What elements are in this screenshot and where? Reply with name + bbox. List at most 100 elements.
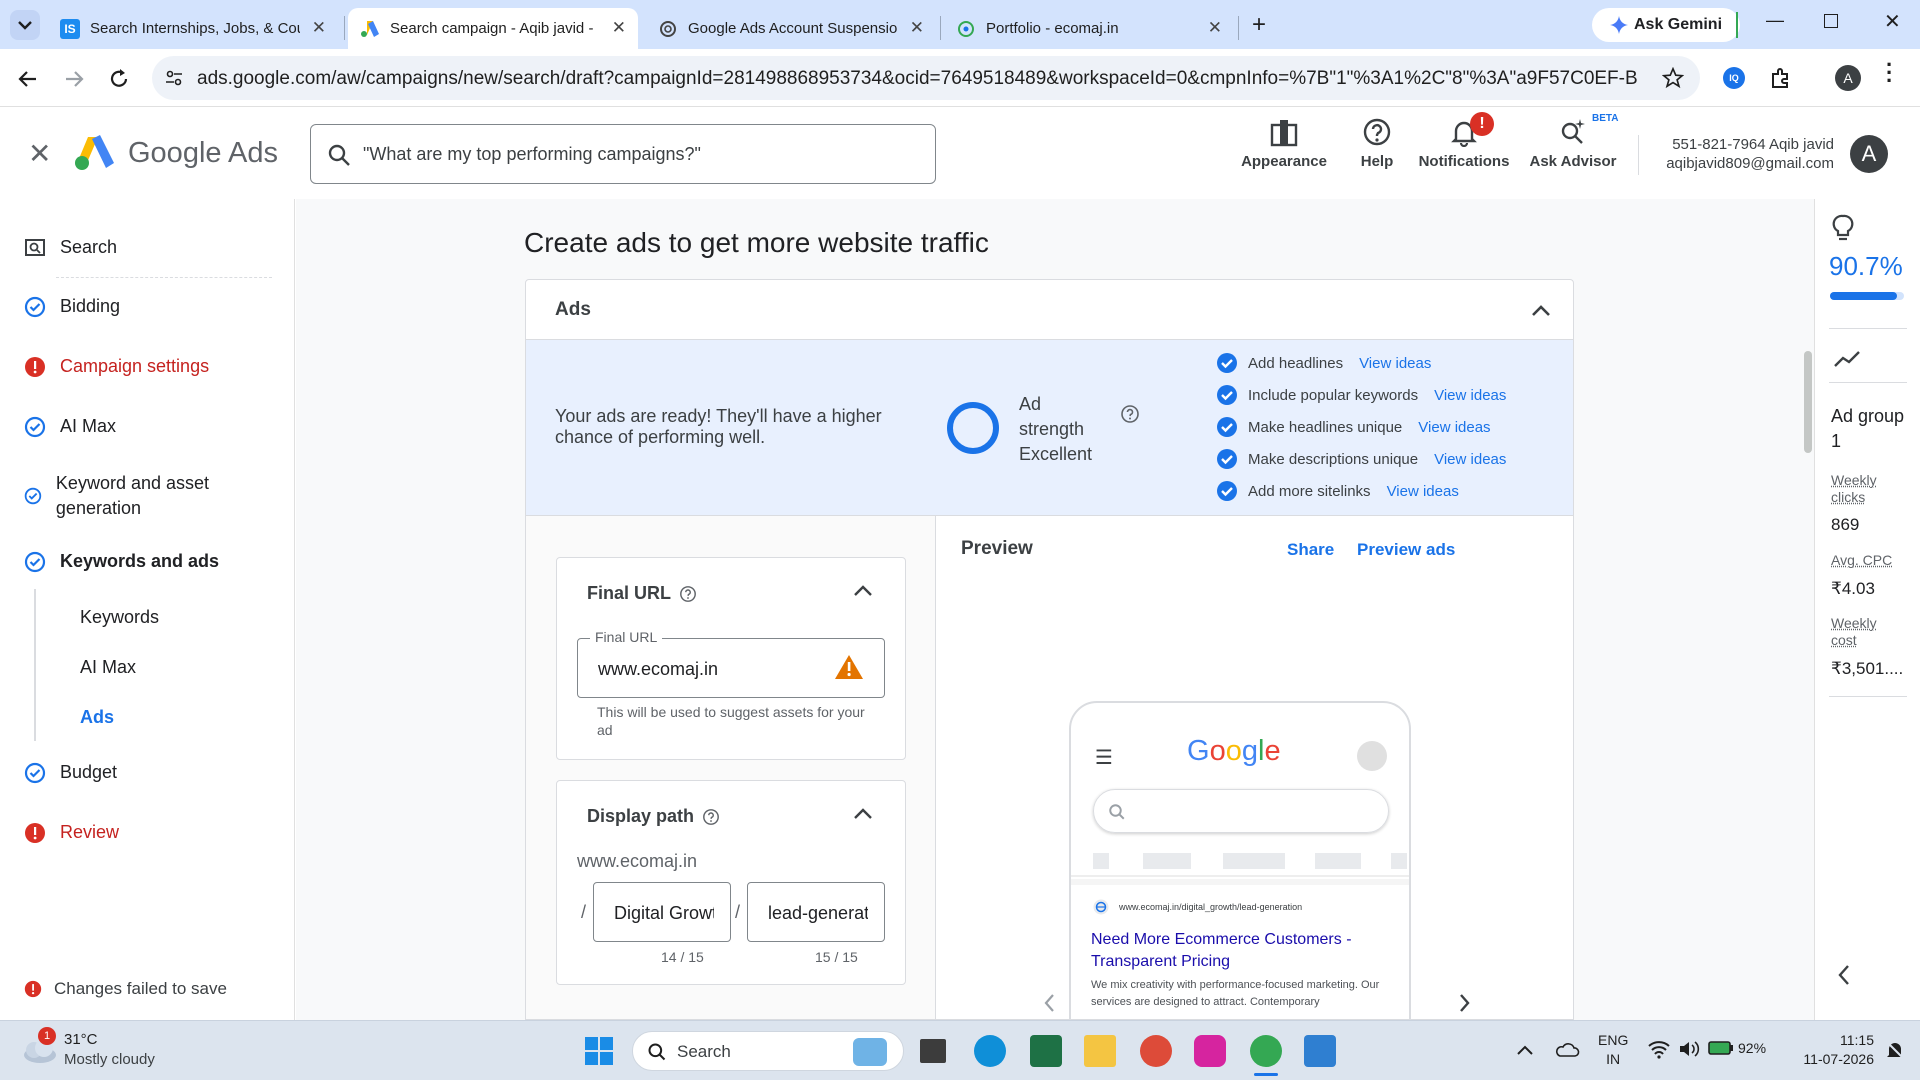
ask-advisor-button[interactable]: BETA Ask Advisor	[1528, 113, 1619, 170]
tab-title: Search campaign - Aqib javid -	[390, 20, 594, 37]
nav-item-keyword-asset-generation[interactable]: Keyword and asset generation	[24, 471, 254, 521]
chrome-icon[interactable]	[1140, 1035, 1172, 1067]
ads-search-input[interactable]: "What are my top performing campaigns?"	[310, 124, 936, 184]
wifi-icon[interactable]	[1648, 1039, 1670, 1059]
edge-icon[interactable]	[974, 1035, 1006, 1067]
chevron-up-icon[interactable]	[1516, 1043, 1534, 1057]
notifications-button[interactable]: ! Notifications	[1414, 112, 1514, 170]
help-icon[interactable]	[702, 808, 720, 826]
page-scrollbar[interactable]	[1804, 351, 1812, 453]
account-name: 551-821-7964 Aqib javid	[1672, 136, 1834, 153]
path2-input[interactable]: lead-generation	[747, 882, 885, 942]
nav-item-bidding[interactable]: Bidding	[24, 294, 120, 319]
search-highlight-icon	[853, 1038, 887, 1066]
check-filled-icon	[1217, 417, 1237, 437]
help-icon[interactable]	[679, 585, 697, 603]
close-icon[interactable]: ✕	[28, 137, 51, 170]
view-ideas-link[interactable]: View ideas	[1434, 387, 1506, 404]
nav-item-review[interactable]: Review	[24, 820, 119, 845]
nav-item-ai-max[interactable]: AI Max	[24, 414, 116, 439]
view-ideas-link[interactable]: View ideas	[1387, 483, 1459, 500]
restore-icon[interactable]	[1824, 14, 1838, 28]
display-path-base: www.ecomaj.in	[577, 851, 698, 871]
close-icon[interactable]: ✕	[1208, 18, 1222, 38]
reload-icon[interactable]	[106, 66, 132, 92]
help-icon[interactable]	[1120, 404, 1140, 424]
check-circle-icon	[24, 551, 46, 572]
collapse-panel-chevron-icon[interactable]	[1835, 962, 1853, 988]
bookmark-star-icon[interactable]	[1662, 67, 1684, 89]
tab-portfolio[interactable]: Portfolio - ecomaj.in ✕	[944, 8, 1234, 49]
final-url-heading: Final URL	[587, 583, 697, 604]
new-tab-plus-icon[interactable]: +	[1244, 10, 1274, 40]
extension-icon[interactable]: IQ	[1723, 67, 1745, 89]
ask-gemini-button[interactable]: Ask Gemini	[1592, 8, 1740, 42]
account-info[interactable]: 551-821-7964 Aqib javid aqibjavid809@gma…	[1654, 135, 1834, 173]
share-button[interactable]: Share	[1287, 540, 1334, 560]
view-ideas-link[interactable]: View ideas	[1418, 419, 1490, 436]
tab-search-button[interactable]	[10, 10, 40, 40]
google-logo: Google	[1187, 735, 1281, 767]
nav-item-label: Budget	[60, 762, 118, 782]
preview-ads-button[interactable]: Preview ads	[1357, 540, 1455, 560]
weather-widget[interactable]: 1	[20, 1027, 58, 1065]
excel-icon[interactable]	[1030, 1035, 1062, 1067]
forward-arrow-icon[interactable]	[62, 67, 86, 91]
close-icon[interactable]: ✕	[612, 18, 626, 38]
chevron-right-icon[interactable]	[1455, 992, 1473, 1014]
tab-google-ads[interactable]: Search campaign - Aqib javid - ✕	[348, 8, 638, 49]
close-icon[interactable]: ✕	[910, 18, 924, 38]
address-bar[interactable]: ads.google.com/aw/campaigns/new/search/d…	[152, 56, 1700, 100]
path1-input[interactable]: Digital Growth	[593, 882, 731, 942]
nav-subitem-keywords[interactable]: Keywords	[80, 607, 159, 628]
profile-avatar[interactable]: A	[1835, 65, 1861, 91]
final-url-field[interactable]: Final URL www.ecomaj.in	[577, 629, 885, 698]
onedrive-cloud-icon[interactable]	[1554, 1039, 1580, 1059]
tab-account-suspension[interactable]: Google Ads Account Suspensio ✕	[646, 8, 936, 49]
site-info-icon[interactable]	[164, 68, 184, 88]
minimize-icon[interactable]: —	[1766, 10, 1784, 31]
nav-item-search[interactable]: Search	[24, 235, 117, 260]
volume-icon[interactable]	[1678, 1039, 1700, 1059]
file-explorer-icon[interactable]	[1084, 1035, 1116, 1067]
chevron-up-icon[interactable]	[850, 801, 876, 827]
taskbar-search-box[interactable]: Search	[632, 1031, 904, 1071]
notification-bell-icon[interactable]	[1884, 1039, 1906, 1061]
battery-icon[interactable]	[1708, 1040, 1734, 1056]
view-ideas-link[interactable]: View ideas	[1359, 355, 1431, 372]
close-icon[interactable]: ✕	[312, 18, 326, 38]
nav-subitem-ads[interactable]: Ads	[80, 707, 114, 728]
language-indicator[interactable]: ENG IN	[1598, 1031, 1628, 1069]
beta-badge: BETA	[1592, 113, 1619, 124]
window-close-icon[interactable]: ✕	[1884, 9, 1901, 34]
tab-internshala[interactable]: IS Search Internships, Jobs, & Cou ✕	[48, 8, 338, 49]
nav-item-campaign-settings[interactable]: Campaign settings	[24, 354, 209, 379]
back-arrow-icon[interactable]	[16, 67, 40, 91]
openai-icon	[660, 20, 676, 37]
more-menu-icon[interactable]: · · ·	[1886, 54, 1893, 92]
chevron-up-icon[interactable]	[850, 578, 876, 604]
nav-item-keywords-and-ads[interactable]: Keywords and ads	[24, 549, 219, 574]
view-ideas-link[interactable]: View ideas	[1434, 451, 1506, 468]
task-view-icon[interactable]	[920, 1039, 946, 1063]
chrome-profile-icon[interactable]	[1250, 1035, 1282, 1067]
appearance-icon	[1270, 120, 1298, 147]
nav-subitem-ai-max[interactable]: AI Max	[80, 657, 136, 678]
photos-icon[interactable]	[1304, 1035, 1336, 1067]
ads-card-header[interactable]: Ads	[526, 280, 1573, 340]
extensions-puzzle-icon[interactable]	[1768, 65, 1794, 91]
account-avatar[interactable]: A	[1850, 135, 1888, 173]
browser-toolbar: ads.google.com/aw/campaigns/new/search/d…	[0, 49, 1920, 107]
help-button[interactable]: Help	[1352, 117, 1402, 170]
chevron-up-icon[interactable]	[1528, 298, 1554, 324]
help-label: Help	[1360, 153, 1394, 170]
clock[interactable]: 11:15 11-07-2026	[1784, 1031, 1874, 1069]
trend-line-icon[interactable]	[1833, 349, 1861, 369]
windows-start-icon[interactable]	[584, 1036, 614, 1066]
chevron-left-icon[interactable]	[1041, 992, 1059, 1014]
appearance-button[interactable]: Appearance	[1238, 117, 1330, 170]
instagram-icon[interactable]	[1194, 1035, 1226, 1067]
lightbulb-icon[interactable]	[1831, 214, 1855, 244]
nav-item-budget[interactable]: Budget	[24, 760, 117, 785]
display-path-title: Display path	[587, 806, 695, 826]
